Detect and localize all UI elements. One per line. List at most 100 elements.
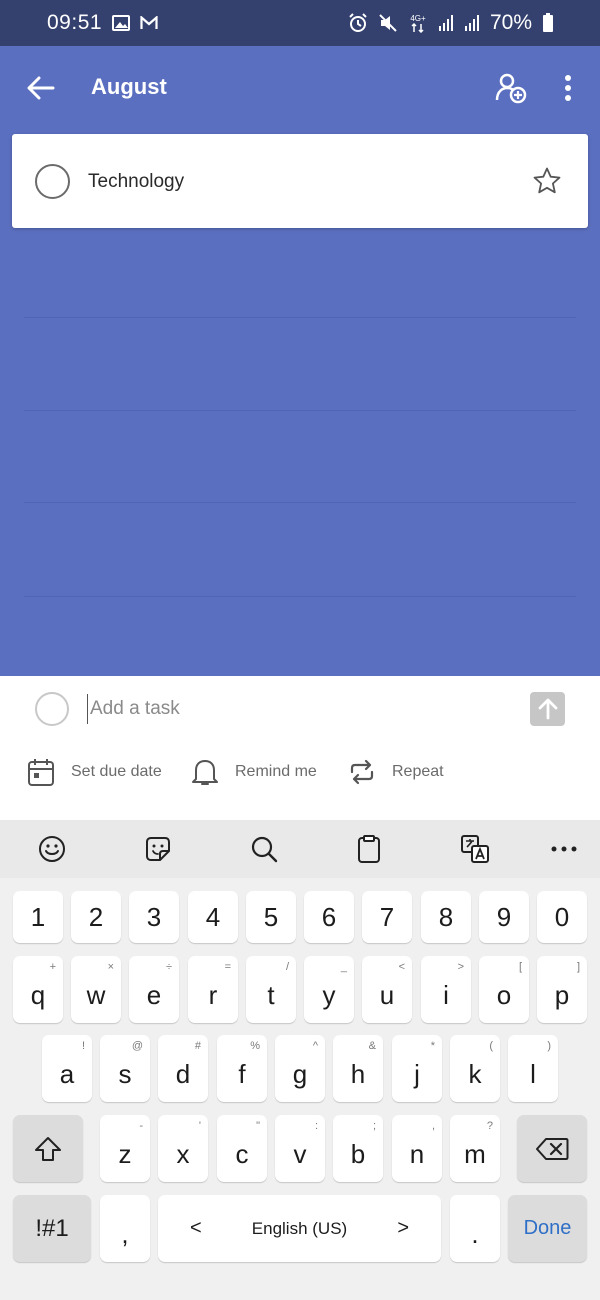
shift-key[interactable] <box>13 1115 83 1182</box>
key-g[interactable]: ^ g <box>275 1035 325 1102</box>
key-r[interactable]: = r <box>188 956 238 1023</box>
gallery-icon <box>112 15 131 31</box>
clipboard-button[interactable] <box>353 833 385 865</box>
app-bar: August <box>0 46 600 130</box>
key-d[interactable]: # d <box>158 1035 208 1102</box>
battery-icon <box>542 13 554 33</box>
translate-button[interactable] <box>459 833 491 865</box>
key-9[interactable]: 9 <box>479 891 529 943</box>
key-s[interactable]: @ s <box>100 1035 150 1102</box>
more-horiz-icon <box>551 846 577 852</box>
key-i[interactable]: > i <box>421 956 471 1023</box>
submit-task-button[interactable] <box>530 692 565 726</box>
key-7[interactable]: 7 <box>362 891 412 943</box>
page-title: August <box>91 74 167 99</box>
list-divider <box>24 317 576 318</box>
key-n[interactable]: ,n <box>392 1115 442 1182</box>
status-time: 09:51 <box>47 11 103 34</box>
key-m[interactable]: ? m <box>450 1115 500 1182</box>
shift-icon <box>35 1136 61 1161</box>
key-u[interactable]: < u <box>362 956 412 1023</box>
key-l[interactable]: ) l <box>508 1035 558 1102</box>
task-list-area: August Technology <box>0 46 600 676</box>
search-button[interactable] <box>248 833 280 865</box>
symbols-key[interactable]: !#1 <box>13 1195 91 1262</box>
signal-icon <box>464 14 480 32</box>
calendar-icon <box>28 759 54 786</box>
key-p[interactable]: ] p <box>537 956 587 1023</box>
translate-icon <box>461 835 489 863</box>
key-y[interactable]: _ y <box>304 956 354 1023</box>
repeat-label: Repeat <box>392 763 444 780</box>
key-w[interactable]: × w <box>71 956 121 1023</box>
key-h[interactable]: & h <box>333 1035 383 1102</box>
key-t[interactable]: / t <box>246 956 296 1023</box>
key-1[interactable]: 1 <box>13 891 63 943</box>
key-a[interactable]: ! a <box>42 1035 92 1102</box>
key-2[interactable]: 2 <box>71 891 121 943</box>
key-f[interactable]: % f <box>217 1035 267 1102</box>
key-c[interactable]: " c <box>217 1115 267 1182</box>
key-e[interactable]: ÷ e <box>129 956 179 1023</box>
data-icon: 4G+ <box>408 13 428 33</box>
add-person-icon <box>495 73 527 104</box>
add-task-panel: Set due date Remind me Repeat <box>0 676 600 820</box>
key-v[interactable]: :v <box>275 1115 325 1182</box>
bell-icon <box>192 760 218 785</box>
key-6[interactable]: 6 <box>304 891 354 943</box>
keyboard: 1 2 3 4 5 6 7 8 9 0 + q × w ÷ e = r / t _ y < u… <box>0 820 600 1300</box>
key-b[interactable]: ; b <box>333 1115 383 1182</box>
keyboard-toolbar <box>0 820 600 878</box>
emoji-icon <box>39 836 65 862</box>
key-8[interactable]: 8 <box>421 891 471 943</box>
sticker-button[interactable] <box>142 833 174 865</box>
add-task-input[interactable] <box>87 694 507 724</box>
remind-me-label: Remind me <box>235 763 317 780</box>
language-next: > <box>397 1217 409 1239</box>
status-left: 09:51 <box>47 11 158 35</box>
key-z[interactable]: -z <box>100 1115 150 1182</box>
key-o[interactable]: [o <box>479 956 529 1023</box>
keyboard-more-button[interactable] <box>548 833 580 865</box>
sticker-icon <box>146 837 170 861</box>
star-icon <box>533 167 561 194</box>
alarm-icon <box>348 13 368 33</box>
set-due-date-label: Set due date <box>71 763 162 780</box>
period-key[interactable]: . <box>450 1195 500 1262</box>
key-q[interactable]: + q <box>13 956 63 1023</box>
done-key[interactable]: Done <box>508 1195 587 1262</box>
clipboard-icon <box>358 835 380 863</box>
comma-key[interactable]: , <box>100 1195 150 1262</box>
list-divider <box>24 502 576 503</box>
key-4[interactable]: 4 <box>188 891 238 943</box>
key-k[interactable]: (k <box>450 1035 500 1102</box>
task-importance-button[interactable] <box>532 166 562 196</box>
space-key[interactable]: < English (US) > <box>158 1195 441 1262</box>
search-icon <box>251 836 278 863</box>
share-list-button[interactable] <box>493 70 529 106</box>
more-vert-icon <box>565 75 571 101</box>
language-prev: < <box>190 1217 202 1239</box>
list-divider <box>24 596 576 597</box>
key-3[interactable]: 3 <box>129 891 179 943</box>
status-bar: 09:51 4G+ 70% <box>0 0 600 46</box>
more-options-button[interactable] <box>556 72 580 104</box>
remind-me-button[interactable]: Remind me <box>191 756 317 788</box>
backspace-icon <box>536 1137 569 1160</box>
key-x[interactable]: ' x <box>158 1115 208 1182</box>
emoji-button[interactable] <box>36 833 68 865</box>
key-0[interactable]: 0 <box>537 891 587 943</box>
network-label: 4G+ <box>410 14 426 23</box>
key-5[interactable]: 5 <box>246 891 296 943</box>
key-j[interactable]: * j <box>392 1035 442 1102</box>
set-due-date-button[interactable]: Set due date <box>27 756 162 788</box>
backspace-key[interactable] <box>517 1115 587 1182</box>
repeat-button[interactable]: Repeat <box>348 756 444 788</box>
gmail-icon <box>140 16 158 30</box>
signal-icon <box>438 14 454 32</box>
back-button[interactable] <box>24 72 58 104</box>
battery-text: 70% <box>489 11 532 34</box>
task-item[interactable]: Technology <box>12 134 588 228</box>
task-complete-checkbox[interactable] <box>35 164 70 199</box>
new-task-checkbox <box>35 692 69 726</box>
